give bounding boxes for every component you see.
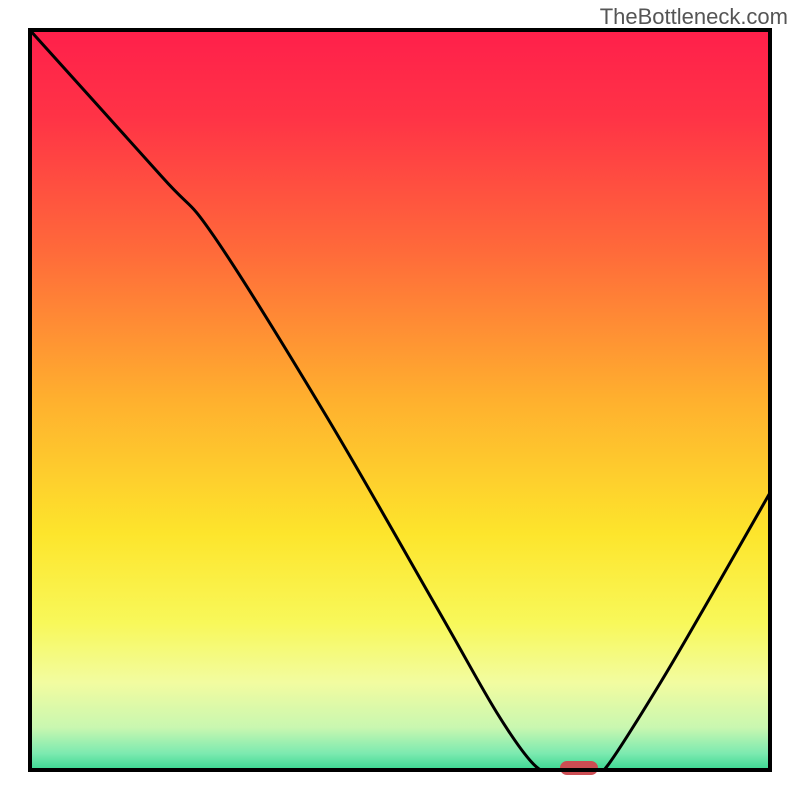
watermark-text: TheBottleneck.com	[600, 4, 788, 30]
chart-container: TheBottleneck.com	[0, 0, 800, 800]
chart-frame	[28, 28, 772, 772]
optimal-marker	[560, 761, 598, 775]
chart-curve	[28, 28, 772, 772]
